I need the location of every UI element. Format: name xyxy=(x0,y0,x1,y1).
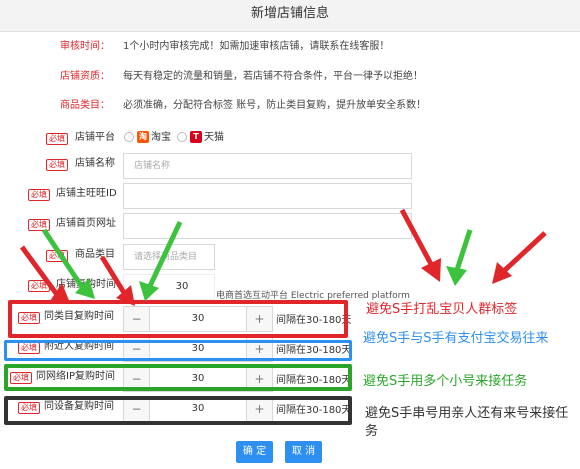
shop-repurchase-label: 店铺复购时间 xyxy=(56,279,116,290)
highlight-box-green xyxy=(4,364,352,391)
cancel-button[interactable]: 取 消 xyxy=(285,441,322,463)
category-label: 商品类目 xyxy=(75,249,115,260)
category-row: 必填 商品类目 请选择商品类目 xyxy=(0,244,580,270)
note-key: 商品类目： xyxy=(60,100,110,111)
annotation-blue: 避免S手与S手有支付宝交易往来 xyxy=(363,331,549,346)
wangwang-input[interactable] xyxy=(123,183,412,209)
wangwang-row: 必填 店铺主旺旺ID xyxy=(0,183,580,209)
platform-row: 必填 店铺平台 淘 淘宝 T 天猫 xyxy=(0,127,580,151)
highlight-box-red xyxy=(8,300,348,338)
tmall-logo-icon: T xyxy=(190,131,202,143)
required-badge: 必填 xyxy=(28,189,50,201)
option-tmall[interactable]: 天猫 xyxy=(204,131,224,145)
required-badge: 必填 xyxy=(46,159,68,171)
highlight-box-blue xyxy=(4,340,352,361)
required-badge: 必填 xyxy=(46,133,68,145)
homepage-input[interactable] xyxy=(123,213,412,239)
note-value: 必须准确，分配符合标签 账号，防止类目复购，提升放单安全系数！ xyxy=(123,100,427,111)
radio-tmall[interactable] xyxy=(177,132,187,142)
required-badge: 必填 xyxy=(28,219,50,231)
note-value: 1个小时内审核完成！如需加速审核店铺，请联系在线客服！ xyxy=(123,41,390,52)
annotation-green: 避免S手用多个小号来接任务 xyxy=(363,374,528,389)
radio-taobao[interactable] xyxy=(124,132,134,142)
platform-label: 店铺平台 xyxy=(75,132,115,143)
shop-name-row: 必填 店铺名称 店铺名称 xyxy=(0,153,580,179)
shop-repurchase-stepper[interactable]: 30 xyxy=(123,274,215,300)
note-key: 店铺资质： xyxy=(60,71,110,82)
homepage-label: 店铺首页网址 xyxy=(56,218,116,229)
highlight-box-black xyxy=(4,396,352,425)
required-badge: 必填 xyxy=(28,280,50,292)
category-select[interactable]: 请选择商品类目 xyxy=(123,244,215,270)
wangwang-label: 店铺主旺旺ID xyxy=(56,188,117,199)
required-badge: 必填 xyxy=(46,250,68,262)
note-key: 审核时间： xyxy=(60,41,110,52)
option-taobao[interactable]: 淘宝 xyxy=(151,131,171,145)
annotation-red: 避免S手打乱宝贝人群标签 xyxy=(366,302,518,317)
annotation-black: 避免S手串号用亲人还有来号来接任务 xyxy=(365,406,569,439)
taobao-logo-icon: 淘 xyxy=(137,131,149,143)
stepper-value: 30 xyxy=(175,281,189,292)
homepage-row: 必填 店铺首页网址 xyxy=(0,213,580,239)
confirm-button[interactable]: 确 定 xyxy=(236,441,273,463)
dialog-title: 新增店铺信息 xyxy=(0,0,580,32)
note-value: 每天有稳定的流量和销量，若店铺不符合条件，平台一律予以拒绝！ xyxy=(123,71,423,82)
shop-name-input[interactable]: 店铺名称 xyxy=(123,153,412,179)
shop-name-label: 店铺名称 xyxy=(75,158,115,169)
